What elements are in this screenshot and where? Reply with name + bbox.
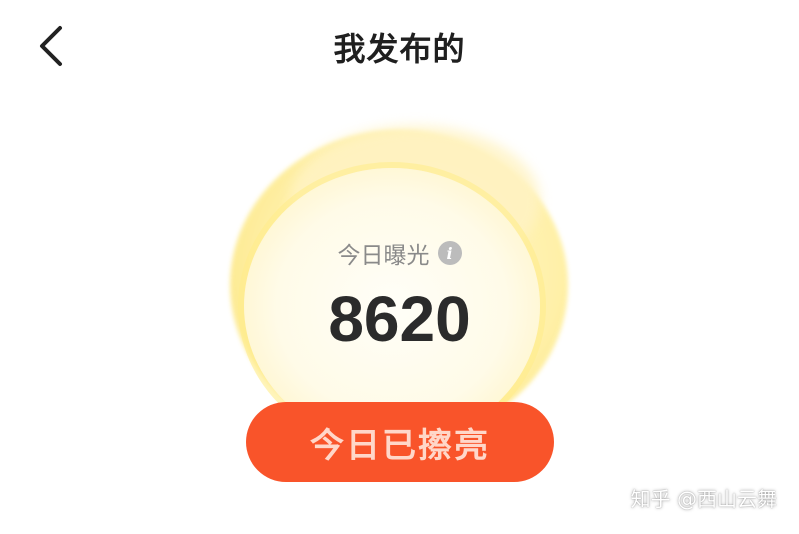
exposure-label-row: 今日曝光 i bbox=[0, 236, 799, 270]
watermark: 知乎 @西山云舞 bbox=[630, 487, 777, 511]
exposure-label: 今日曝光 bbox=[337, 243, 430, 269]
info-icon[interactable]: i bbox=[437, 241, 462, 265]
polished-today-button[interactable]: 今日已擦亮 bbox=[246, 402, 554, 482]
page-title: 我发布的 bbox=[333, 30, 466, 68]
exposure-value: 8620 bbox=[328, 283, 471, 355]
top-nav-bar: 我发布的 bbox=[0, 0, 799, 92]
